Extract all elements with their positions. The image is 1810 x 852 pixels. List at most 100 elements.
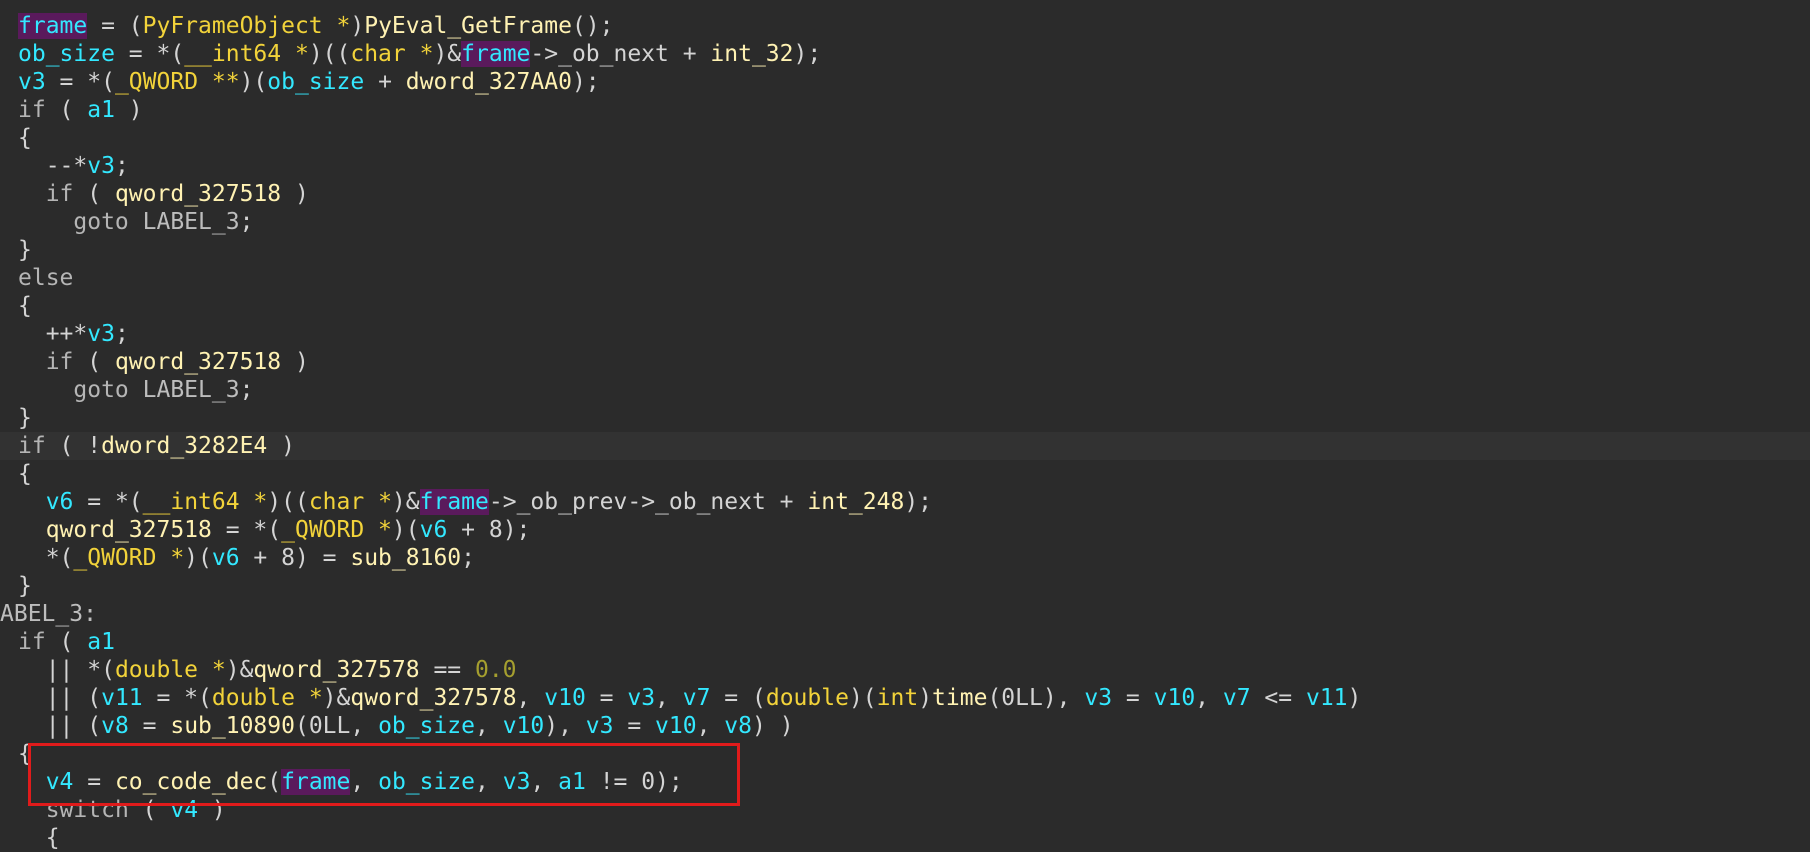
code-token[interactable]: + [364,69,406,95]
code-token[interactable]: , [475,713,503,739]
code-token[interactable]: (0LL), [987,685,1084,711]
code-token[interactable]: = [73,769,115,795]
code-line[interactable]: } [0,404,1810,432]
code-token[interactable]: ( [73,181,115,207]
code-token[interactable]: __int64 * [184,41,309,67]
code-token[interactable]: { [18,461,32,487]
code-token[interactable]: ) [267,433,295,459]
code-token[interactable]: ; [461,545,475,571]
code-line[interactable]: qword_327518 = *(_QWORD *)(v6 + 8); [0,516,1810,544]
code-line[interactable]: ++*v3; [0,320,1810,348]
code-token[interactable]: ) [115,97,143,123]
code-token[interactable]: v8 [101,713,129,739]
code-token[interactable] [18,377,73,403]
code-token[interactable]: PyFrameObject * [143,13,351,39]
code-token[interactable]: ); [794,41,822,67]
code-token[interactable]: ( [46,97,88,123]
code-token[interactable]: ) [1348,685,1362,711]
code-token[interactable]: goto [73,209,128,235]
code-token[interactable]: ( ! [46,433,102,459]
code-token[interactable]: ++* [18,321,88,347]
code-token[interactable]: dword_327AA0 [406,69,572,95]
code-token[interactable] [18,797,46,823]
code-token[interactable]: = [614,713,656,739]
code-line[interactable]: ABEL_3: [0,600,1810,628]
code-token[interactable]: (0LL, [295,713,378,739]
code-line[interactable]: { [0,124,1810,152]
code-line[interactable]: if ( a1 [0,628,1810,656]
code-token[interactable]: )& [433,41,461,67]
code-token[interactable]: v10 [655,713,697,739]
highlighted-token[interactable]: frame [18,13,88,39]
code-token[interactable] [18,181,46,207]
code-token[interactable]: == [420,657,475,683]
code-token[interactable]: } [18,573,32,599]
code-token[interactable]: = [1112,685,1154,711]
code-token[interactable]: double [766,685,849,711]
code-token[interactable]: ; [240,209,254,235]
code-token[interactable]: if [18,629,46,655]
code-token[interactable]: = *( [46,69,115,95]
code-token[interactable]: char * [309,489,392,515]
code-token[interactable]: int_32 [710,41,793,67]
code-token[interactable]: ( [46,629,88,655]
code-token[interactable]: )(( [309,41,351,67]
code-token[interactable]: + 8); [447,517,530,543]
code-token[interactable]: ) [918,685,932,711]
code-token[interactable]: 0.0 [475,657,517,683]
code-token[interactable]: ) ) [752,713,794,739]
code-token[interactable]: { [18,741,32,767]
code-line[interactable]: { [0,460,1810,488]
code-token[interactable]: )& [226,657,254,683]
code-line[interactable]: v4 = co_code_dec(frame, ob_size, v3, a1 … [0,768,1810,796]
code-line[interactable]: if ( qword_327518 ) [0,180,1810,208]
code-token[interactable]: if [18,97,46,123]
code-token[interactable] [18,769,46,795]
code-token[interactable]: (); [572,13,614,39]
code-token[interactable]: v10 [544,685,586,711]
code-token[interactable]: ( [73,349,115,375]
code-token[interactable]: <= [1251,685,1306,711]
code-token[interactable]: else [18,265,73,291]
code-token[interactable]: )( [392,517,420,543]
code-token[interactable]: , [697,713,725,739]
code-token[interactable]: = *( [212,517,281,543]
code-token[interactable]: v10 [1154,685,1196,711]
code-token[interactable]: , [655,685,683,711]
code-token[interactable]: a1 [87,97,115,123]
code-token[interactable]: v6 [420,517,448,543]
code-token[interactable]: + 8) = [240,545,351,571]
code-token[interactable]: switch [46,797,129,823]
code-token[interactable]: { [18,293,32,319]
code-token[interactable]: *( [18,545,74,571]
code-token[interactable]: { [18,825,60,851]
code-token[interactable]: __int64 * [143,489,268,515]
code-token[interactable]: } [18,237,32,263]
code-token[interactable]: } [18,405,32,431]
code-token[interactable]: int_248 [807,489,904,515]
code-token[interactable]: ob_size [378,713,475,739]
code-token[interactable]: , [475,769,503,795]
code-token[interactable]: double * [212,685,323,711]
code-token[interactable]: = [586,685,628,711]
highlighted-token[interactable]: frame [461,41,531,67]
code-token[interactable]: ; [115,321,129,347]
code-token[interactable]: v7 [1223,685,1251,711]
code-token[interactable]: PyEval_GetFrame [364,13,572,39]
code-token[interactable] [129,209,143,235]
code-line[interactable]: goto LABEL_3; [0,208,1810,236]
code-token[interactable] [18,209,73,235]
code-token[interactable]: if [18,433,46,459]
code-line[interactable]: if ( qword_327518 ) [0,348,1810,376]
code-token[interactable]: = ( [87,13,143,39]
code-token[interactable]: v10 [503,713,545,739]
code-token[interactable]: v3 [503,769,531,795]
code-token[interactable]: ( [267,769,281,795]
code-token[interactable]: v7 [683,685,711,711]
code-token[interactable]: ->_ob_next + [530,41,710,67]
code-token[interactable]: ); [572,69,600,95]
code-token[interactable]: || ( [18,685,101,711]
code-token[interactable]: v3 [627,685,655,711]
code-token[interactable]: )( [184,545,212,571]
code-token[interactable]: ) [350,13,364,39]
